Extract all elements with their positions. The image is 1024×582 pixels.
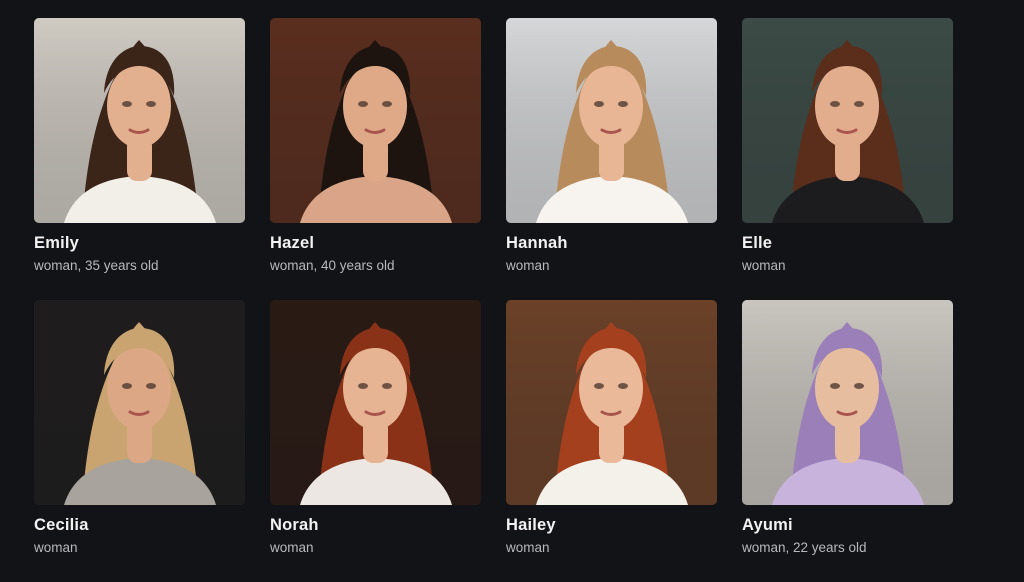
portrait-image [742,300,953,505]
profile-card[interactable]: Emily woman, 35 years old [34,18,245,300]
profile-photo[interactable] [742,300,953,505]
profile-name: Hazel [270,234,315,252]
profile-card[interactable]: Norah woman [270,300,481,582]
portrait-image [742,18,953,223]
profile-photo[interactable] [270,18,481,223]
profile-photo[interactable] [742,18,953,223]
profile-name: Ayumi [742,516,793,534]
profile-meta: woman [34,540,78,555]
portrait-image [34,18,245,223]
profile-name: Norah [270,516,319,534]
profile-name: Hannah [506,234,568,252]
portrait-image [270,300,481,505]
profile-photo[interactable] [34,300,245,505]
portrait-image [506,18,717,223]
portrait-image [506,300,717,505]
portrait-image [270,18,481,223]
profile-name: Cecilia [34,516,89,534]
profile-photo[interactable] [506,300,717,505]
profile-meta: woman [270,540,314,555]
portrait-image [34,300,245,505]
profile-meta: woman [506,258,550,273]
profile-name: Elle [742,234,773,252]
profile-card[interactable]: Ayumi woman, 22 years old [742,300,953,582]
profile-meta: woman [742,258,786,273]
profile-meta: woman, 22 years old [742,540,867,555]
profile-meta: woman [506,540,550,555]
profile-meta: woman, 40 years old [270,258,395,273]
profile-name: Hailey [506,516,556,534]
profile-card[interactable]: Hailey woman [506,300,717,582]
profile-meta: woman, 35 years old [34,258,159,273]
profile-grid: Emily woman, 35 years old Hazel woman, 4… [34,18,953,582]
profile-photo[interactable] [34,18,245,223]
profile-name: Emily [34,234,80,252]
profile-photo[interactable] [506,18,717,223]
profile-card[interactable]: Cecilia woman [34,300,245,582]
profile-card[interactable]: Elle woman [742,18,953,300]
profile-card[interactable]: Hazel woman, 40 years old [270,18,481,300]
profile-card[interactable]: Hannah woman [506,18,717,300]
profile-photo[interactable] [270,300,481,505]
